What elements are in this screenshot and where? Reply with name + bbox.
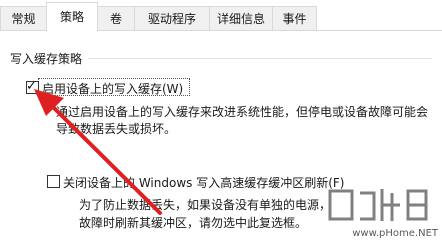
enable-write-cache-checkbox[interactable]: ✓ [26, 79, 39, 94]
turn-off-buffer-flushing-description-line2: 故障时刷新其缓冲区，请勿选中此复选框。 [79, 216, 308, 230]
group-box-divider [88, 58, 432, 59]
enable-write-cache-description-line1: 通过启用设备上的写入缓存来改进系统性能，但停电或设备故障可能会 [56, 105, 429, 119]
tab-policies[interactable]: 策略 [46, 2, 98, 31]
enable-write-cache-label[interactable]: 启用设备上的写入缓存(W) [42, 80, 183, 97]
tab-strip: 常规 策略 卷 驱动程序 详细信息 事件 [0, 0, 442, 31]
tab-volumes[interactable]: 卷 [97, 6, 135, 30]
checkmark-icon: ✓ [26, 79, 37, 94]
tab-driver[interactable]: 驱动程序 [134, 6, 210, 30]
turn-off-buffer-flushing-label[interactable]: 关闭设备上的 Windows 写入高速缓存缓冲区刷新(F) [63, 174, 344, 191]
enable-write-cache-description-line2: 导致数据丢失或损坏。 [56, 122, 177, 136]
tab-events[interactable]: 事件 [272, 6, 317, 30]
tab-details[interactable]: 详细信息 [209, 6, 273, 30]
policies-panel: 写入缓存策略 ✓ 启用设备上的写入缓存(W) 通过启用设备上的写入缓存来改进系统… [0, 31, 442, 241]
tab-general[interactable]: 常规 [0, 6, 47, 30]
turn-off-buffer-flushing-checkbox[interactable] [47, 175, 60, 188]
device-properties-dialog: 常规 策略 卷 驱动程序 详细信息 事件 写入缓存策略 ✓ 启用设备上的写入缓存… [0, 0, 442, 241]
group-title-write-caching: 写入缓存策略 [10, 50, 87, 67]
turn-off-buffer-flushing-description-line1: 为了防止数据丢失，如果设备没有单独的电源， [79, 198, 332, 212]
